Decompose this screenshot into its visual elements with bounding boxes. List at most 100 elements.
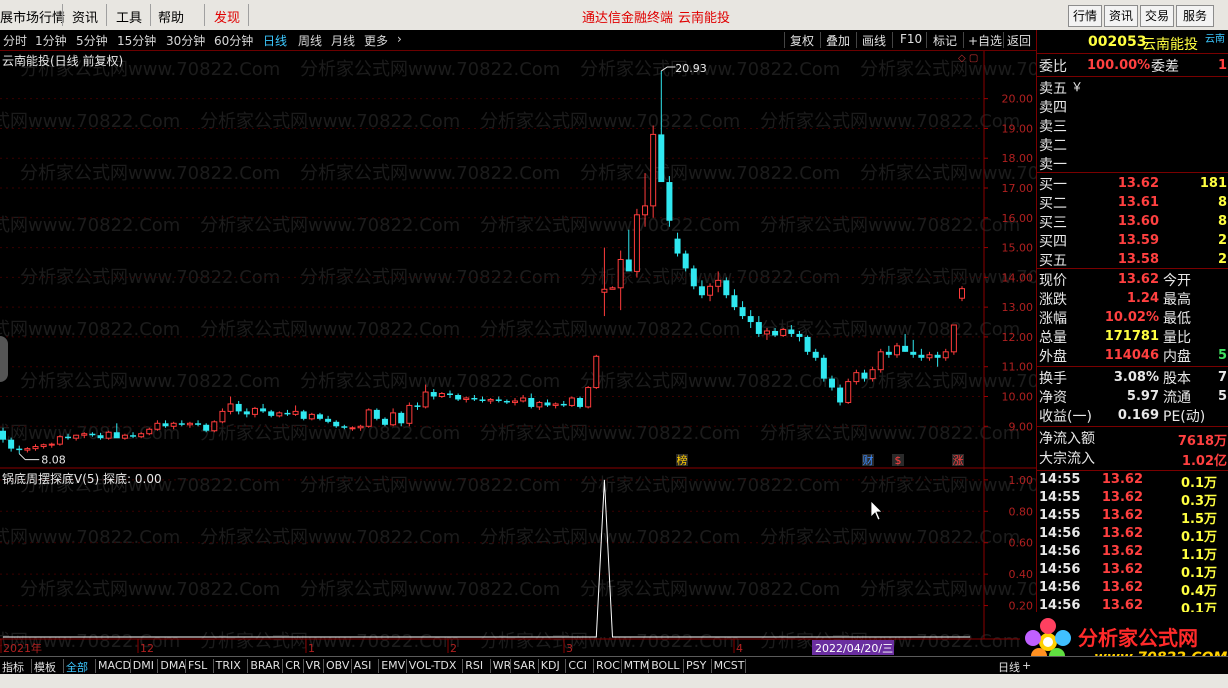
indicator-tab-obv[interactable]: OBV [326, 659, 349, 672]
event-marker-2: 财 [863, 453, 874, 467]
indicator-tab-cci[interactable]: CCI [568, 659, 587, 672]
kline-chart-area[interactable]: 分析家公式网www.70822.Com 分析家公式网www.70822.Com 分析… [0, 51, 1036, 656]
weicha-label: 委差 [1151, 59, 1179, 75]
fund-value: 7 [1217, 370, 1227, 385]
indicator-tab-kdj[interactable]: KDJ [541, 659, 560, 672]
candle-body [373, 409, 380, 419]
candle-body [357, 425, 364, 429]
indicator-tab-trix[interactable]: TRIX [216, 659, 241, 672]
period-15min[interactable]: 15分钟 [117, 32, 156, 49]
indicator-tab-asi[interactable]: ASI [354, 659, 372, 672]
period-monthly[interactable]: 月线 [331, 32, 355, 49]
indicator-tab-emv[interactable]: EMV [381, 659, 405, 672]
tool-back[interactable]: 返回 [1007, 32, 1031, 49]
indicator-tab-模板[interactable]: 模板 [34, 659, 56, 675]
buy-level-volume: 8 [1217, 214, 1227, 229]
candle-body [885, 351, 892, 355]
tab-divider [247, 659, 249, 673]
left-icon[interactable]: + [1022, 659, 1031, 672]
candle-body [934, 354, 941, 358]
tool-f10[interactable]: F10 [900, 32, 922, 46]
expand-arrow-icon[interactable] [0, 336, 8, 382]
indicator-tab-vol-tdx[interactable]: VOL-TDX [409, 659, 457, 672]
buy-level-price: 13.58 [1117, 252, 1159, 267]
info-button[interactable]: 资讯 [1104, 5, 1138, 27]
period-weekly[interactable]: 周线 [298, 32, 322, 49]
tool-fuquan[interactable]: 复权 [790, 32, 814, 49]
chart-settings-icon[interactable]: ◇ ▢ [958, 53, 978, 64]
indicator-tab-全部[interactable]: 全部 [66, 659, 88, 675]
indicator-tab-指标[interactable]: 指标 [2, 659, 24, 675]
indicator-tab-rsi[interactable]: RSI [465, 659, 483, 672]
indicator-tab-brar[interactable]: BRAR [250, 659, 280, 672]
tool-draw[interactable]: 画线 [862, 32, 886, 49]
fund-label: 净资 [1039, 390, 1067, 406]
tick-price: 13.62 [1101, 472, 1143, 487]
chevron-right-icon[interactable]: › [397, 32, 402, 46]
menu-discover[interactable]: 发现 [214, 7, 240, 26]
watermark-text: 分析家公式网www.70822.Com [480, 215, 740, 236]
indicator-tab-fsl[interactable]: FSL [188, 659, 207, 672]
sell-level-label: 卖二 [1039, 138, 1067, 154]
indicator-tab-psy[interactable]: PSY [686, 659, 706, 672]
period-60min[interactable]: 60分钟 [214, 32, 253, 49]
indicator-tab-mtm[interactable]: MTM [624, 659, 650, 672]
tool-mark[interactable]: 标记 [933, 32, 957, 49]
indicator-tab-boll[interactable]: BOLL [651, 659, 679, 672]
candle-body [658, 134, 665, 183]
candle-body [203, 424, 210, 431]
tab-divider [462, 659, 464, 673]
candle-body [308, 413, 315, 420]
menu-market[interactable]: 展市场行情 [0, 7, 65, 26]
menu-help[interactable]: 帮助 [158, 7, 184, 26]
menu-tools[interactable]: 工具 [116, 7, 142, 26]
trade-button[interactable]: 交易 [1140, 5, 1174, 27]
buy-level-volume: 2 [1217, 233, 1227, 248]
indicator-tab-mcst[interactable]: MCST [714, 659, 745, 672]
candle-body [788, 329, 795, 334]
period-30min[interactable]: 30分钟 [166, 32, 205, 49]
app-title: 通达信金融终端 [582, 11, 674, 26]
candle-body [146, 428, 153, 435]
watermark-text: 分析家公式网www.70822.Com [480, 111, 740, 132]
candle-body [544, 402, 551, 406]
indicator-tab-cr[interactable]: CR [285, 659, 300, 672]
price-tick-label: 17.00 [1002, 182, 1034, 195]
indicator-tab-macd[interactable]: MACD [98, 659, 131, 672]
indicator-tab-sar[interactable]: SAR [513, 659, 535, 672]
period-daily[interactable]: 日线 [263, 32, 287, 49]
menu-news[interactable]: 资讯 [72, 7, 98, 26]
candle-body [520, 397, 527, 402]
tick-volume: 0.1万 [1180, 566, 1217, 581]
panel-divider [1037, 76, 1228, 77]
tandi-line [3, 479, 971, 638]
candle-body [609, 287, 616, 290]
candle-body [414, 405, 421, 407]
candle-body [89, 433, 96, 436]
watermark-text: 分析家公式网www.70822.Com [300, 371, 560, 392]
watermark-text: 分析家公式网www.70822.Com [860, 59, 1036, 80]
period-indicator[interactable]: 日线 [998, 659, 1020, 675]
flow-value: 7618万 [1177, 434, 1227, 449]
period-timeshare[interactable]: 分时 [3, 32, 27, 49]
chart-header: 云南能投(日线 前复权) [2, 54, 124, 68]
currency-icon: ￥ [1071, 80, 1084, 94]
indicator-tab-vr[interactable]: VR [306, 659, 321, 672]
candle-body [503, 400, 510, 403]
period-1min[interactable]: 1分钟 [35, 32, 67, 49]
candle-body [341, 426, 348, 428]
tool-add-watchlist[interactable]: +自选 [968, 32, 1002, 49]
indicator-tab-dmi[interactable]: DMI [133, 659, 154, 672]
stat-value: 10.02% [1104, 310, 1159, 325]
indicator-tab-dma[interactable]: DMA [160, 659, 186, 672]
indicator-tab-wr[interactable]: WR [493, 659, 512, 672]
quote-button[interactable]: 行情 [1068, 5, 1102, 27]
service-button[interactable]: 服务 [1176, 5, 1214, 27]
stat-value: 171781 [1104, 329, 1159, 344]
candle-body [577, 397, 584, 407]
period-more[interactable]: 更多 [364, 32, 388, 49]
tool-overlay[interactable]: 叠加 [826, 32, 850, 49]
buy-level-label: 买一 [1039, 177, 1067, 193]
period-5min[interactable]: 5分钟 [76, 32, 108, 49]
indicator-tab-roc[interactable]: ROC [596, 659, 620, 672]
